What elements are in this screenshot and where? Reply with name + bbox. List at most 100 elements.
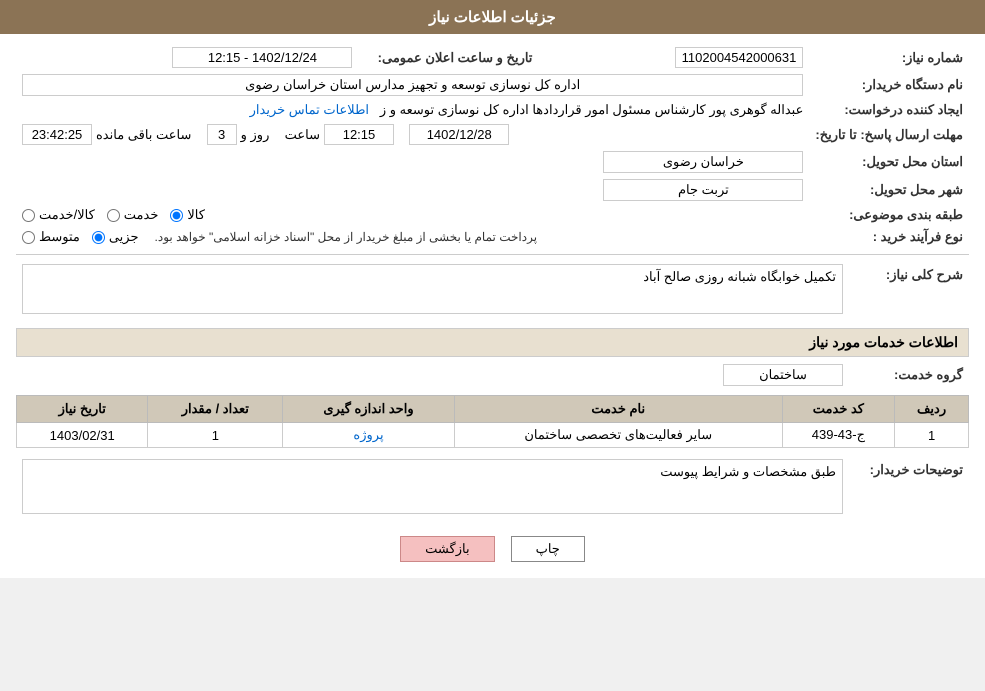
page-header: جزئیات اطلاعات نیاز (0, 0, 985, 34)
table-row: 1 ج-43-439 سایر فعالیت‌های تخصصی ساختمان… (17, 423, 969, 448)
service-group-label: گروه خدمت: (849, 361, 969, 389)
purchase-motevaset-radio[interactable] (22, 231, 35, 244)
buyer-desc-label: توضیحات خریدار: (849, 456, 969, 520)
province-row: استان محل تحویل: خراسان رضوی (16, 148, 969, 176)
city-label: شهر محل تحویل: (809, 176, 969, 204)
category-options: کالا/خدمت خدمت کالا (16, 204, 809, 226)
announce-date-value: 1402/12/24 - 12:15 (16, 44, 358, 71)
bottom-buttons: چاپ بازگشت (16, 536, 969, 562)
services-table-header-row: ردیف کد خدمت نام خدمت واحد اندازه گیری ت… (17, 396, 969, 423)
service-code-1: ج-43-439 (782, 423, 894, 448)
category-khadamat-label: خدمت (107, 207, 159, 223)
info-section: شماره نیاز: 1102004542000631 تاریخ و ساع… (16, 44, 969, 248)
col-quantity: تعداد / مقدار (148, 396, 283, 423)
creator-row: ایجاد کننده درخواست: عبداله گوهری پور کا… (16, 99, 969, 121)
purchase-jozei-label: جزیی (92, 229, 139, 245)
province-value: خراسان رضوی (16, 148, 809, 176)
deadline-date-box: 1402/12/28 (409, 124, 509, 145)
deadline-remaining-box: 23:42:25 (22, 124, 92, 145)
category-kala-khadamat-radio[interactable] (22, 209, 35, 222)
print-button[interactable]: چاپ (511, 536, 585, 562)
category-kala-radio[interactable] (170, 209, 183, 222)
purchase-motevaset-label: متوسط (22, 229, 80, 245)
page-title: جزئیات اطلاعات نیاز (429, 9, 556, 26)
purchase-type-options: متوسط جزیی پرداخت تمام یا بخشی از مبلغ خ… (16, 226, 809, 248)
col-service-name: نام خدمت (454, 396, 782, 423)
service-name-1: سایر فعالیت‌های تخصصی ساختمان (454, 423, 782, 448)
category-kala-text: کالا (187, 207, 205, 223)
category-kala-khadamat-text: کالا/خدمت (39, 207, 95, 223)
service-group-section: گروه خدمت: ساختمان (16, 361, 969, 389)
deadline-remaining-label: ساعت باقی مانده (96, 127, 191, 143)
service-group-row: گروه خدمت: ساختمان (16, 361, 969, 389)
need-desc-row: شرح کلی نیاز: (16, 261, 969, 320)
page-wrapper: جزئیات اطلاعات نیاز شماره نیاز: 11020045… (0, 0, 985, 578)
need-number-label: شماره نیاز: (809, 44, 969, 71)
buyer-desc-row: توضیحات خریدار: (16, 456, 969, 520)
buyer-desc-textarea (22, 459, 843, 514)
service-group-box: ساختمان (723, 364, 843, 386)
deadline-time-box: 12:15 (324, 124, 394, 145)
need-desc-section: شرح کلی نیاز: (16, 261, 969, 320)
service-group-value: ساختمان (16, 361, 849, 389)
deadline-days-box: 3 (207, 124, 237, 145)
deadline-time-label: ساعت (285, 127, 320, 143)
buyer-org-label: نام دستگاه خریدار: (809, 71, 969, 99)
announce-date-label: تاریخ و ساعت اعلان عمومی: (358, 44, 538, 71)
category-radio-group: کالا/خدمت خدمت کالا (22, 207, 803, 223)
purchase-motevaset-text: متوسط (39, 229, 80, 245)
deadline-row: مهلت ارسال پاسخ: تا تاریخ: 23:42:25 ساعت… (16, 121, 969, 148)
purchase-radio-group: متوسط جزیی (22, 229, 139, 245)
city-box: تربت جام (603, 179, 803, 201)
services-table-head: ردیف کد خدمت نام خدمت واحد اندازه گیری ت… (17, 396, 969, 423)
category-row: طبقه بندی موضوعی: کالا/خدمت خدمت کالا (16, 204, 969, 226)
creator-link[interactable]: اطلاعات تماس خریدار (250, 102, 369, 117)
col-row-num: ردیف (895, 396, 969, 423)
buyer-org-value: اداره کل نوسازی توسعه و تجهیز مدارس استا… (16, 71, 809, 99)
category-label: طبقه بندی موضوعی: (809, 204, 969, 226)
deadline-label: مهلت ارسال پاسخ: تا تاریخ: (809, 121, 969, 148)
need-desc-value (16, 261, 849, 320)
unit-1: پروژه (283, 423, 455, 448)
province-box: خراسان رضوی (603, 151, 803, 173)
buyer-desc-section: توضیحات خریدار: (16, 456, 969, 520)
services-section-title: اطلاعات خدمات مورد نیاز (16, 328, 969, 357)
row-num-1: 1 (895, 423, 969, 448)
creator-value: عبداله گوهری پور کارشناس مسئول امور قرار… (16, 99, 809, 121)
services-table: ردیف کد خدمت نام خدمت واحد اندازه گیری ت… (16, 395, 969, 448)
need-number-row: شماره نیاز: 1102004542000631 تاریخ و ساع… (16, 44, 969, 71)
category-khadamat-text: خدمت (124, 207, 159, 223)
creator-label: ایجاد کننده درخواست: (809, 99, 969, 121)
col-need-date: تاریخ نیاز (17, 396, 148, 423)
deadline-days-label: روز و (241, 127, 270, 143)
need-desc-label: شرح کلی نیاز: (849, 261, 969, 320)
col-unit: واحد اندازه گیری (283, 396, 455, 423)
category-khadamat-radio[interactable] (107, 209, 120, 222)
buyer-desc-value (16, 456, 849, 520)
col-service-code: کد خدمت (782, 396, 894, 423)
need-number-box: 1102004542000631 (675, 47, 804, 68)
purchase-note: پرداخت تمام یا بخشی از مبلغ خریدار از مح… (155, 230, 538, 244)
purchase-jozei-text: جزیی (109, 229, 139, 245)
province-label: استان محل تحویل: (809, 148, 969, 176)
announce-date-box: 1402/12/24 - 12:15 (172, 47, 352, 68)
deadline-value: 23:42:25 ساعت باقی مانده 3 روز و ساعت 12… (16, 121, 809, 148)
category-kala-khadamat-label: کالا/خدمت (22, 207, 95, 223)
buyer-org-row: نام دستگاه خریدار: اداره کل نوسازی توسعه… (16, 71, 969, 99)
city-value: تربت جام (16, 176, 809, 204)
main-content: شماره نیاز: 1102004542000631 تاریخ و ساع… (0, 34, 985, 578)
quantity-1: 1 (148, 423, 283, 448)
city-row: شهر محل تحویل: تربت جام (16, 176, 969, 204)
category-kala-label: کالا (170, 207, 205, 223)
deadline-date-row: 23:42:25 ساعت باقی مانده 3 روز و ساعت 12… (22, 124, 803, 145)
need-date-1: 1403/02/31 (17, 423, 148, 448)
need-desc-textarea (22, 264, 843, 314)
creator-text: عبداله گوهری پور کارشناس مسئول امور قرار… (380, 102, 803, 117)
purchase-type-row: نوع فرآیند خرید : متوسط جزیی (16, 226, 969, 248)
purchase-jozei-radio[interactable] (92, 231, 105, 244)
services-table-body: 1 ج-43-439 سایر فعالیت‌های تخصصی ساختمان… (17, 423, 969, 448)
need-number-value: 1102004542000631 (558, 44, 809, 71)
back-button[interactable]: بازگشت (400, 536, 494, 562)
purchase-type-label: نوع فرآیند خرید : (809, 226, 969, 248)
buyer-org-box: اداره کل نوسازی توسعه و تجهیز مدارس استا… (22, 74, 803, 96)
